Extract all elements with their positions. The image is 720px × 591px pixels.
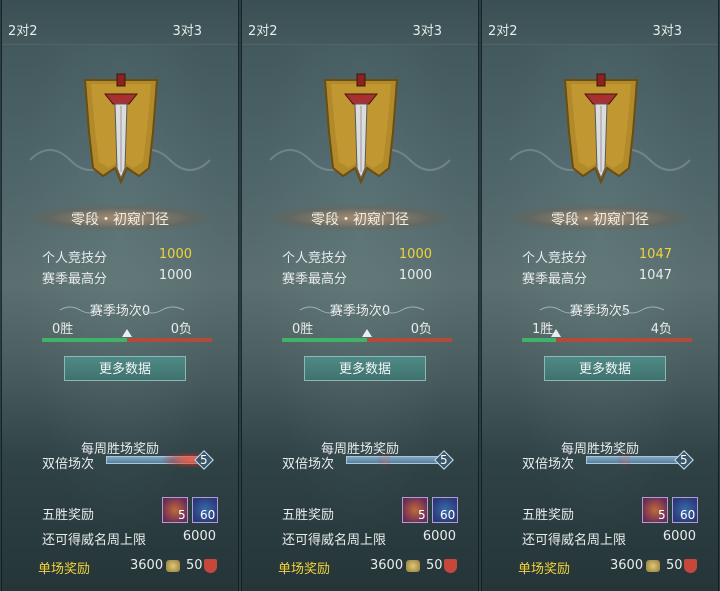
arena-panel: 2对2 3对3 零段・初窥门径 个人竞技分 1047 赛季最高分 1047 赛季… <box>481 0 719 591</box>
double-track <box>586 456 682 464</box>
reward-2-count: 60 <box>200 508 216 522</box>
win-fill <box>282 338 367 342</box>
sword-banner-emblem <box>83 73 159 184</box>
fame-cap-label: 还可得威名周上限 <box>282 533 387 548</box>
shield-icon <box>204 559 217 573</box>
season-high-label: 赛季最高分 <box>42 272 108 287</box>
ratio-marker <box>362 329 372 337</box>
season-match-count: 赛季场次0 <box>89 304 151 319</box>
single-reward-1-value: 3600 <box>130 558 164 573</box>
losses-count: 4负 <box>650 322 672 337</box>
five-win-reward-label: 五胜奖励 <box>42 508 95 523</box>
double-glow <box>376 452 390 468</box>
double-matches-label: 双倍场次 <box>522 457 575 472</box>
single-reward-label: 单场奖励 <box>278 562 331 577</box>
five-win-reward-label: 五胜奖励 <box>282 508 335 523</box>
swirl-right-icon <box>142 306 184 314</box>
single-reward-1-value: 3600 <box>610 558 644 573</box>
more-data-button[interactable]: 更多数据 <box>64 356 186 381</box>
reward-2-count: 60 <box>680 508 696 522</box>
wins-count: 0胜 <box>52 322 74 337</box>
tab-3v3[interactable]: 3对3 <box>652 20 682 39</box>
tab-2v2[interactable]: 2对2 <box>488 20 518 39</box>
arena-panel: 2对2 3对3 零段・初窥门径 个人竞技分 1000 赛季最高分 1000 赛季… <box>1 0 239 591</box>
double-matches-bar: 5 <box>586 450 694 470</box>
season-match-count: 赛季场次5 <box>569 304 631 319</box>
single-reward-label: 单场奖励 <box>518 562 571 577</box>
ratio-marker <box>122 329 132 337</box>
fame-cap-value: 6000 <box>662 529 696 544</box>
personal-score-value: 1000 <box>158 247 192 262</box>
wins-count: 0胜 <box>292 322 314 337</box>
shield-icon <box>684 559 697 573</box>
ratio-marker <box>551 329 561 337</box>
personal-score-value: 1000 <box>398 247 432 262</box>
rank-name: 零段・初窥门径 <box>71 212 169 228</box>
personal-score-value: 1047 <box>638 247 672 262</box>
fame-cap-label: 还可得威名周上限 <box>522 533 627 548</box>
single-reward-label: 单场奖励 <box>38 562 91 577</box>
rank-name: 零段・初窥门径 <box>311 212 409 228</box>
personal-score-label: 个人竞技分 <box>522 251 588 266</box>
double-glow <box>616 452 630 468</box>
tab-3v3[interactable]: 3对3 <box>412 20 442 39</box>
win-fill <box>522 338 556 342</box>
double-count: 5 <box>200 453 208 467</box>
fame-cap-label: 还可得威名周上限 <box>42 533 147 548</box>
coin-icon <box>166 560 180 572</box>
sword-banner-emblem <box>563 73 639 184</box>
mode-tab-bar: 2对2 3对3 <box>482 0 718 45</box>
season-match-count: 赛季场次0 <box>329 304 391 319</box>
win-loss-bar <box>522 329 692 342</box>
single-reward-1-value: 3600 <box>370 558 404 573</box>
season-high-label: 赛季最高分 <box>522 272 588 287</box>
single-reward-2-value: 50 <box>666 558 683 573</box>
arena-panel: 2对2 3对3 零段・初窥门径 个人竞技分 1000 赛季最高分 1000 赛季… <box>241 0 479 591</box>
season-high-value: 1000 <box>398 268 432 283</box>
single-reward-2-value: 50 <box>186 558 203 573</box>
fame-cap-value: 6000 <box>422 529 456 544</box>
reward-1-count: 5 <box>658 508 666 522</box>
win-fill <box>42 338 127 342</box>
season-high-value: 1047 <box>638 268 672 283</box>
win-loss-bar <box>282 329 452 342</box>
personal-score-label: 个人竞技分 <box>42 251 108 266</box>
sword-banner-emblem <box>323 73 399 184</box>
more-data-button[interactable]: 更多数据 <box>304 356 426 381</box>
rank-name: 零段・初窥门径 <box>551 212 649 228</box>
double-matches-bar: 5 <box>106 450 214 470</box>
double-matches-label: 双倍场次 <box>282 457 335 472</box>
swirl-right-icon <box>622 306 664 314</box>
double-matches-label: 双倍场次 <box>42 457 95 472</box>
reward-1-count: 5 <box>418 508 426 522</box>
fame-cap-value: 6000 <box>182 529 216 544</box>
double-matches-bar: 5 <box>346 450 454 470</box>
season-high-label: 赛季最高分 <box>282 272 348 287</box>
double-count: 5 <box>680 453 688 467</box>
reward-1-count: 5 <box>178 508 186 522</box>
losses-count: 0负 <box>170 322 192 337</box>
tab-3v3[interactable]: 3对3 <box>172 20 202 39</box>
coin-icon <box>646 560 660 572</box>
five-win-reward-label: 五胜奖励 <box>522 508 575 523</box>
single-reward-2-value: 50 <box>426 558 443 573</box>
swirl-right-icon <box>382 306 424 314</box>
personal-score-label: 个人竞技分 <box>282 251 348 266</box>
reward-2-count: 60 <box>440 508 456 522</box>
shield-icon <box>444 559 457 573</box>
win-loss-bar <box>42 329 212 342</box>
season-high-value: 1000 <box>158 268 192 283</box>
mode-tab-bar: 2对2 3对3 <box>2 0 238 45</box>
coin-icon <box>406 560 420 572</box>
tab-2v2[interactable]: 2对2 <box>248 20 278 39</box>
mode-tab-bar: 2对2 3对3 <box>242 0 478 45</box>
losses-count: 0负 <box>410 322 432 337</box>
double-track <box>346 456 442 464</box>
more-data-button[interactable]: 更多数据 <box>544 356 666 381</box>
tab-2v2[interactable]: 2对2 <box>8 20 38 39</box>
double-count: 5 <box>440 453 448 467</box>
